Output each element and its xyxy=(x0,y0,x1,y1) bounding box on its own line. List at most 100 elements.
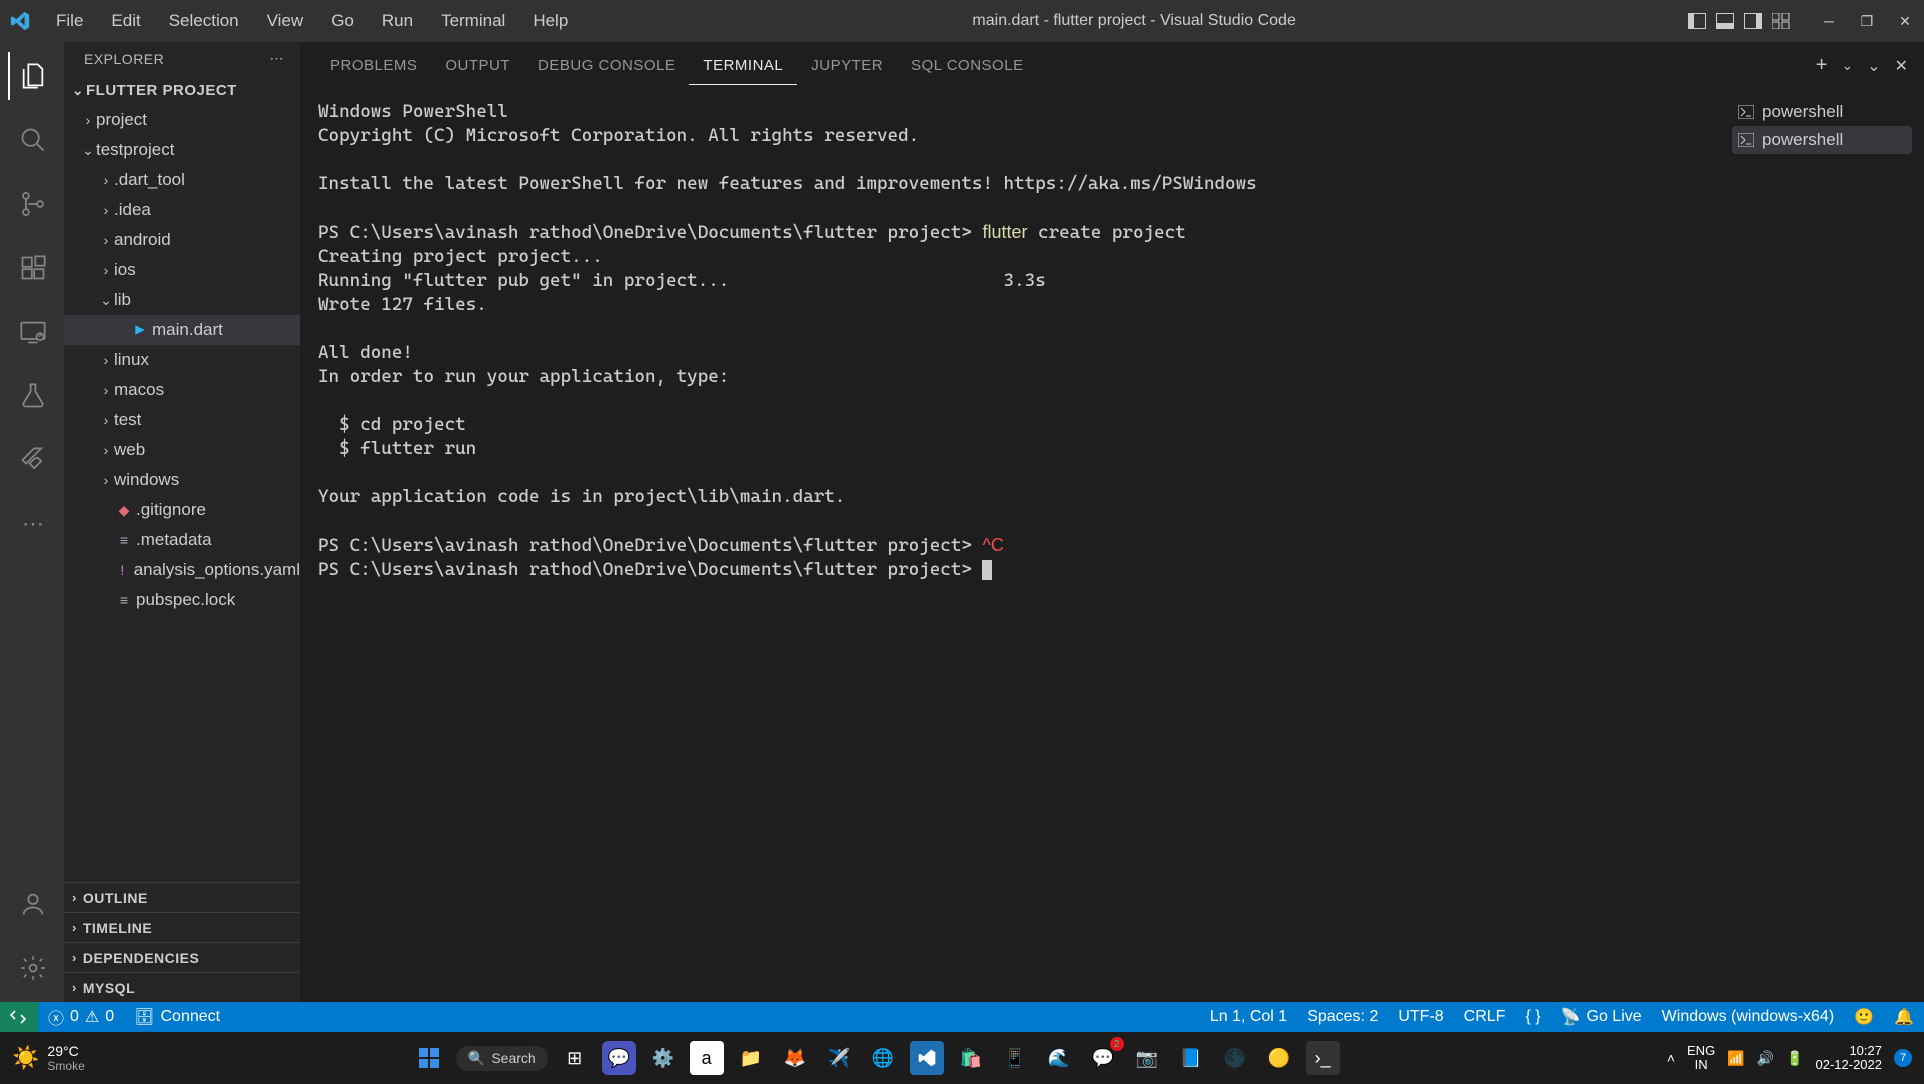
menu-selection[interactable]: Selection xyxy=(157,7,251,35)
firefox-icon[interactable]: 🦊 xyxy=(778,1041,812,1075)
tree-item-linux[interactable]: ›linux xyxy=(64,345,300,375)
status-encoding[interactable]: UTF-8 xyxy=(1388,1008,1453,1026)
more-icon[interactable]: ⋯ xyxy=(8,500,56,548)
menu-help[interactable]: Help xyxy=(521,7,580,35)
settings-icon[interactable]: ⚙️ xyxy=(646,1041,680,1075)
status-golive[interactable]: 📡Go Live xyxy=(1551,1007,1652,1027)
maximize-button[interactable]: ❐ xyxy=(1856,10,1878,32)
taskbar-search[interactable]: 🔍Search xyxy=(456,1046,548,1071)
tree-item--metadata[interactable]: ≡.metadata xyxy=(64,525,300,555)
status-problems[interactable]: ⓧ0 ⚠0 xyxy=(38,1005,124,1029)
sidebar-more-icon[interactable]: ⋯ xyxy=(270,50,285,67)
status-spaces[interactable]: Spaces: 2 xyxy=(1297,1008,1388,1026)
terminal-output[interactable]: Windows PowerShell Copyright (C) Microso… xyxy=(300,90,1720,1002)
menu-edit[interactable]: Edit xyxy=(99,7,152,35)
amazon-icon[interactable]: a xyxy=(690,1041,724,1075)
settings-gear-icon[interactable] xyxy=(8,944,56,992)
shell-entry-0[interactable]: powershell xyxy=(1732,98,1912,126)
instagram-icon[interactable]: 📷 xyxy=(1130,1041,1164,1075)
tree-item-windows[interactable]: ›windows xyxy=(64,465,300,495)
status-connect[interactable]: 🗄Connect xyxy=(124,1007,230,1027)
phone-icon[interactable]: 📱 xyxy=(998,1041,1032,1075)
menu-go[interactable]: Go xyxy=(319,7,366,35)
file-explorer-icon[interactable]: 📁 xyxy=(734,1041,768,1075)
tree-item-testproject[interactable]: ⌄testproject xyxy=(64,135,300,165)
status-ln-col[interactable]: Ln 1, Col 1 xyxy=(1200,1008,1297,1026)
section-timeline[interactable]: ›TIMELINE xyxy=(64,912,300,942)
taskbar-weather[interactable]: ☀️ 29°C Smoke xyxy=(12,1043,85,1073)
menu-file[interactable]: File xyxy=(44,7,95,35)
layout-grid-icon[interactable] xyxy=(1772,12,1790,30)
chrome-canary-icon[interactable]: 🟡 xyxy=(1262,1041,1296,1075)
tree-item-pubspec-lock[interactable]: ≡pubspec.lock xyxy=(64,585,300,615)
project-root[interactable]: ⌄ FLUTTER PROJECT xyxy=(64,75,300,105)
tree-item-main-dart[interactable]: main.dart xyxy=(64,315,300,345)
volume-icon[interactable]: 🔊 xyxy=(1757,1050,1774,1067)
telegram-icon[interactable]: ✈️ xyxy=(822,1041,856,1075)
panel-tab-sql-console[interactable]: SQL CONSOLE xyxy=(897,47,1037,85)
status-platform[interactable]: Windows (windows-x64) xyxy=(1652,1008,1845,1026)
tree-item-web[interactable]: ›web xyxy=(64,435,300,465)
vscode-taskbar-icon[interactable] xyxy=(910,1041,944,1075)
panel-tab-terminal[interactable]: TERMINAL xyxy=(689,47,797,85)
status-bell-icon[interactable]: 🔔 xyxy=(1884,1007,1924,1027)
chat-icon[interactable]: 💬 xyxy=(602,1041,636,1075)
taskbar-clock[interactable]: 10:27 02-12-2022 xyxy=(1816,1044,1883,1072)
store-icon[interactable]: 🛍️ xyxy=(954,1041,988,1075)
section-mysql[interactable]: ›MYSQL xyxy=(64,972,300,1002)
edge-icon[interactable]: 🌊 xyxy=(1042,1041,1076,1075)
tree-item-ios[interactable]: ›ios xyxy=(64,255,300,285)
section-outline[interactable]: ›OUTLINE xyxy=(64,882,300,912)
terminal-app-icon[interactable]: ›_ xyxy=(1306,1041,1340,1075)
explorer-icon[interactable] xyxy=(8,52,56,100)
chrome-icon[interactable]: 🌐 xyxy=(866,1041,900,1075)
new-terminal-icon[interactable]: + xyxy=(1816,54,1828,77)
panel-tab-jupyter[interactable]: JUPYTER xyxy=(797,47,897,85)
account-icon[interactable] xyxy=(8,880,56,928)
panel-tab-problems[interactable]: PROBLEMS xyxy=(316,47,431,85)
extensions-icon[interactable] xyxy=(8,244,56,292)
panel-bottom-icon[interactable] xyxy=(1716,12,1734,30)
section-dependencies[interactable]: ›DEPENDENCIES xyxy=(64,942,300,972)
terminal-split-dropdown-icon[interactable]: ⌄ xyxy=(1841,57,1853,74)
tree-item-lib[interactable]: ⌄lib xyxy=(64,285,300,315)
tree-item--gitignore[interactable]: ◆.gitignore xyxy=(64,495,300,525)
remote-explorer-icon[interactable] xyxy=(8,308,56,356)
whatsapp-icon[interactable]: 💬2 xyxy=(1086,1041,1120,1075)
panel-tab-debug-console[interactable]: DEBUG CONSOLE xyxy=(524,47,689,85)
tree-item-analysis-options-yaml[interactable]: !analysis_options.yaml xyxy=(64,555,300,585)
task-view-icon[interactable]: ⊞ xyxy=(558,1041,592,1075)
tree-item-android[interactable]: ›android xyxy=(64,225,300,255)
battery-icon[interactable]: 🔋 xyxy=(1786,1050,1803,1067)
panel-right-icon[interactable] xyxy=(1744,12,1762,30)
minimize-button[interactable]: ─ xyxy=(1818,10,1840,32)
tree-item-macos[interactable]: ›macos xyxy=(64,375,300,405)
flutter-icon[interactable] xyxy=(8,436,56,484)
panel-chevron-icon[interactable]: ⌄ xyxy=(1867,56,1880,76)
tree-item--idea[interactable]: ›.idea xyxy=(64,195,300,225)
start-button[interactable] xyxy=(412,1041,446,1075)
language-indicator[interactable]: ENG IN xyxy=(1687,1044,1715,1072)
remote-indicator[interactable] xyxy=(0,1002,38,1032)
tree-item-test[interactable]: ›test xyxy=(64,405,300,435)
panel-left-icon[interactable] xyxy=(1688,12,1706,30)
tree-item-project[interactable]: ›project xyxy=(64,105,300,135)
panel-tab-output[interactable]: OUTPUT xyxy=(431,47,524,85)
search-icon[interactable] xyxy=(8,116,56,164)
testing-icon[interactable] xyxy=(8,372,56,420)
wifi-icon[interactable]: 📶 xyxy=(1727,1050,1744,1067)
close-button[interactable]: ✕ xyxy=(1894,10,1916,32)
notification-badge[interactable]: 7 xyxy=(1894,1049,1912,1067)
tray-chevron-icon[interactable]: ˄ xyxy=(1667,1050,1675,1066)
menu-terminal[interactable]: Terminal xyxy=(429,7,517,35)
eclipse-icon[interactable]: 🌑 xyxy=(1218,1041,1252,1075)
panel-close-icon[interactable]: ✕ xyxy=(1895,56,1908,76)
shell-entry-1[interactable]: powershell xyxy=(1732,126,1912,154)
status-feedback-icon[interactable]: 🙂 xyxy=(1844,1007,1884,1027)
menu-view[interactable]: View xyxy=(255,7,316,35)
tree-item--dart-tool[interactable]: ›.dart_tool xyxy=(64,165,300,195)
menu-run[interactable]: Run xyxy=(370,7,425,35)
status-lang-mode[interactable]: { } xyxy=(1515,1008,1550,1026)
app-icon-1[interactable]: 📘 xyxy=(1174,1041,1208,1075)
status-eol[interactable]: CRLF xyxy=(1454,1008,1516,1026)
